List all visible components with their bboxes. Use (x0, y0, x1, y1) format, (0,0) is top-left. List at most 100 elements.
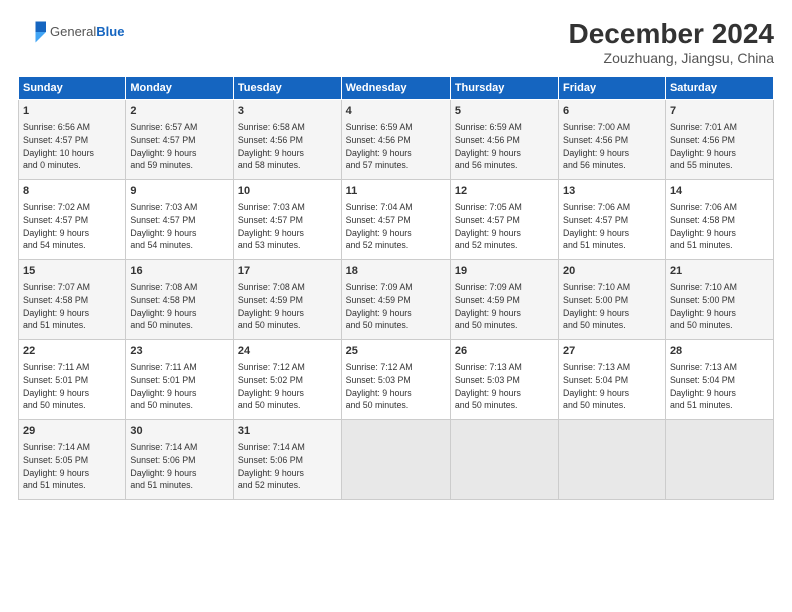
day-info: Sunrise: 7:05 AM Sunset: 4:57 PM Dayligh… (455, 202, 522, 251)
day-number: 5 (455, 104, 554, 119)
calendar-cell: 16Sunrise: 7:08 AM Sunset: 4:58 PM Dayli… (126, 260, 234, 340)
day-number: 27 (563, 344, 661, 359)
col-friday: Friday (559, 77, 666, 100)
day-info: Sunrise: 7:02 AM Sunset: 4:57 PM Dayligh… (23, 202, 90, 251)
day-info: Sunrise: 7:11 AM Sunset: 5:01 PM Dayligh… (23, 362, 89, 411)
calendar-cell: 4 Sunrise: 6:59 AM Sunset: 4:56 PM Daylig… (341, 100, 450, 180)
calendar-cell: 1 Sunrise: 6:56 AM Sunset: 4:57 PM Daylig… (19, 100, 126, 180)
day-number: 31 (238, 424, 337, 439)
calendar-cell: 7 Sunrise: 7:01 AM Sunset: 4:56 PM Daylig… (665, 100, 773, 180)
day-info: Sunrise: 7:14 AM Sunset: 5:05 PM Dayligh… (23, 442, 90, 491)
calendar-cell: 31 Sunrise: 7:14 AM Sunset: 5:06 PM Dayli… (233, 420, 341, 500)
day-number: 4 (346, 104, 446, 119)
day-info: Sunrise: 7:07 AM Sunset: 4:58 PM Dayligh… (23, 282, 90, 331)
day-number: 13 (563, 184, 661, 199)
logo: GeneralBlue (18, 18, 124, 46)
calendar-row-5: 29 Sunrise: 7:14 AM Sunset: 5:05 PM Dayli… (19, 420, 774, 500)
calendar-cell: 20Sunrise: 7:10 AM Sunset: 5:00 PM Dayli… (559, 260, 666, 340)
calendar-cell (559, 420, 666, 500)
day-info: Sunrise: 7:03 AM Sunset: 4:57 PM Dayligh… (130, 202, 197, 251)
calendar-cell: 21 Sunrise: 7:10 AM Sunset: 5:00 PM Dayli… (665, 260, 773, 340)
calendar-cell: 22 Sunrise: 7:11 AM Sunset: 5:01 PM Dayli… (19, 340, 126, 420)
day-number: 29 (23, 424, 121, 439)
calendar-cell: 11 Sunrise: 7:04 AM Sunset: 4:57 PM Dayli… (341, 180, 450, 260)
day-number: 2 (130, 104, 229, 119)
day-info: Sunrise: 7:08 AM Sunset: 4:59 PM Dayligh… (238, 282, 305, 331)
day-number: 22 (23, 344, 121, 359)
day-info: Sunrise: 7:06 AM Sunset: 4:57 PM Dayligh… (563, 202, 630, 251)
day-number: 15 (23, 264, 121, 279)
day-info: Sunrise: 6:57 AM Sunset: 4:57 PM Dayligh… (130, 122, 197, 171)
day-number: 17 (238, 264, 337, 279)
calendar-row-2: 8 Sunrise: 7:02 AM Sunset: 4:57 PM Daylig… (19, 180, 774, 260)
calendar-cell (341, 420, 450, 500)
title-block: December 2024 Zouzhuang, Jiangsu, China (569, 18, 774, 66)
day-number: 14 (670, 184, 769, 199)
logo-general: General (50, 24, 96, 39)
day-info: Sunrise: 6:59 AM Sunset: 4:56 PM Dayligh… (346, 122, 413, 171)
day-info: Sunrise: 7:06 AM Sunset: 4:58 PM Dayligh… (670, 202, 737, 251)
calendar-cell: 14 Sunrise: 7:06 AM Sunset: 4:58 PM Dayli… (665, 180, 773, 260)
day-info: Sunrise: 7:10 AM Sunset: 5:00 PM Dayligh… (670, 282, 737, 331)
day-number: 28 (670, 344, 769, 359)
logo-blue: Blue (96, 24, 124, 39)
day-info: Sunrise: 7:13 AM Sunset: 5:04 PM Dayligh… (563, 362, 630, 411)
calendar-header-row: Sunday Monday Tuesday Wednesday Thursday… (19, 77, 774, 100)
day-info: Sunrise: 7:10 AM Sunset: 5:00 PM Dayligh… (563, 282, 630, 331)
day-number: 1 (23, 104, 121, 119)
day-number: 19 (455, 264, 554, 279)
calendar-cell: 17 Sunrise: 7:08 AM Sunset: 4:59 PM Dayli… (233, 260, 341, 340)
calendar-cell: 10 Sunrise: 7:03 AM Sunset: 4:57 PM Dayli… (233, 180, 341, 260)
col-tuesday: Tuesday (233, 77, 341, 100)
day-info: Sunrise: 7:03 AM Sunset: 4:57 PM Dayligh… (238, 202, 305, 251)
logo-text: GeneralBlue (50, 24, 124, 40)
calendar-row-3: 15 Sunrise: 7:07 AM Sunset: 4:58 PM Dayli… (19, 260, 774, 340)
day-info: Sunrise: 6:56 AM Sunset: 4:57 PM Dayligh… (23, 122, 94, 171)
header: GeneralBlue December 2024 Zouzhuang, Jia… (18, 18, 774, 66)
day-info: Sunrise: 7:09 AM Sunset: 4:59 PM Dayligh… (346, 282, 413, 331)
day-number: 8 (23, 184, 121, 199)
day-number: 26 (455, 344, 554, 359)
calendar-cell: 8 Sunrise: 7:02 AM Sunset: 4:57 PM Daylig… (19, 180, 126, 260)
col-saturday: Saturday (665, 77, 773, 100)
calendar-cell: 30Sunrise: 7:14 AM Sunset: 5:06 PM Dayli… (126, 420, 234, 500)
calendar-cell: 27 Sunrise: 7:13 AM Sunset: 5:04 PM Dayli… (559, 340, 666, 420)
calendar-cell: 13 Sunrise: 7:06 AM Sunset: 4:57 PM Dayli… (559, 180, 666, 260)
day-info: Sunrise: 7:13 AM Sunset: 5:03 PM Dayligh… (455, 362, 522, 411)
day-info: Sunrise: 6:58 AM Sunset: 4:56 PM Dayligh… (238, 122, 305, 171)
day-info: Sunrise: 7:00 AM Sunset: 4:56 PM Dayligh… (563, 122, 630, 171)
calendar-cell: 26 Sunrise: 7:13 AM Sunset: 5:03 PM Dayli… (450, 340, 558, 420)
day-info: Sunrise: 7:14 AM Sunset: 5:06 PM Dayligh… (238, 442, 305, 491)
day-number: 11 (346, 184, 446, 199)
day-info: Sunrise: 7:14 AM Sunset: 5:06 PM Dayligh… (130, 442, 197, 491)
calendar-cell: 23Sunrise: 7:11 AM Sunset: 5:01 PM Dayli… (126, 340, 234, 420)
calendar-cell (665, 420, 773, 500)
calendar-cell: 18 Sunrise: 7:09 AM Sunset: 4:59 PM Dayli… (341, 260, 450, 340)
day-number: 6 (563, 104, 661, 119)
col-wednesday: Wednesday (341, 77, 450, 100)
calendar-table: Sunday Monday Tuesday Wednesday Thursday… (18, 76, 774, 500)
day-number: 7 (670, 104, 769, 119)
day-info: Sunrise: 7:04 AM Sunset: 4:57 PM Dayligh… (346, 202, 413, 251)
calendar-cell: 9 Sunrise: 7:03 AM Sunset: 4:57 PM Daylig… (126, 180, 234, 260)
day-info: Sunrise: 7:01 AM Sunset: 4:56 PM Dayligh… (670, 122, 737, 171)
calendar-cell: 5Sunrise: 6:59 AM Sunset: 4:56 PM Daylig… (450, 100, 558, 180)
day-number: 10 (238, 184, 337, 199)
day-info: Sunrise: 7:12 AM Sunset: 5:03 PM Dayligh… (346, 362, 413, 411)
calendar-title: December 2024 (569, 18, 774, 50)
calendar-cell: 28Sunrise: 7:13 AM Sunset: 5:04 PM Dayli… (665, 340, 773, 420)
calendar-subtitle: Zouzhuang, Jiangsu, China (569, 50, 774, 66)
calendar-cell: 25Sunrise: 7:12 AM Sunset: 5:03 PM Dayli… (341, 340, 450, 420)
day-number: 16 (130, 264, 229, 279)
calendar-cell: 3Sunrise: 6:58 AM Sunset: 4:56 PM Daylig… (233, 100, 341, 180)
day-info: Sunrise: 7:12 AM Sunset: 5:02 PM Dayligh… (238, 362, 305, 411)
day-number: 18 (346, 264, 446, 279)
col-thursday: Thursday (450, 77, 558, 100)
col-monday: Monday (126, 77, 234, 100)
calendar-cell: 24Sunrise: 7:12 AM Sunset: 5:02 PM Dayli… (233, 340, 341, 420)
day-number: 9 (130, 184, 229, 199)
calendar-cell: 6 Sunrise: 7:00 AM Sunset: 4:56 PM Daylig… (559, 100, 666, 180)
day-number: 21 (670, 264, 769, 279)
calendar-cell: 15 Sunrise: 7:07 AM Sunset: 4:58 PM Dayli… (19, 260, 126, 340)
calendar-cell: 2 Sunrise: 6:57 AM Sunset: 4:57 PM Daylig… (126, 100, 234, 180)
